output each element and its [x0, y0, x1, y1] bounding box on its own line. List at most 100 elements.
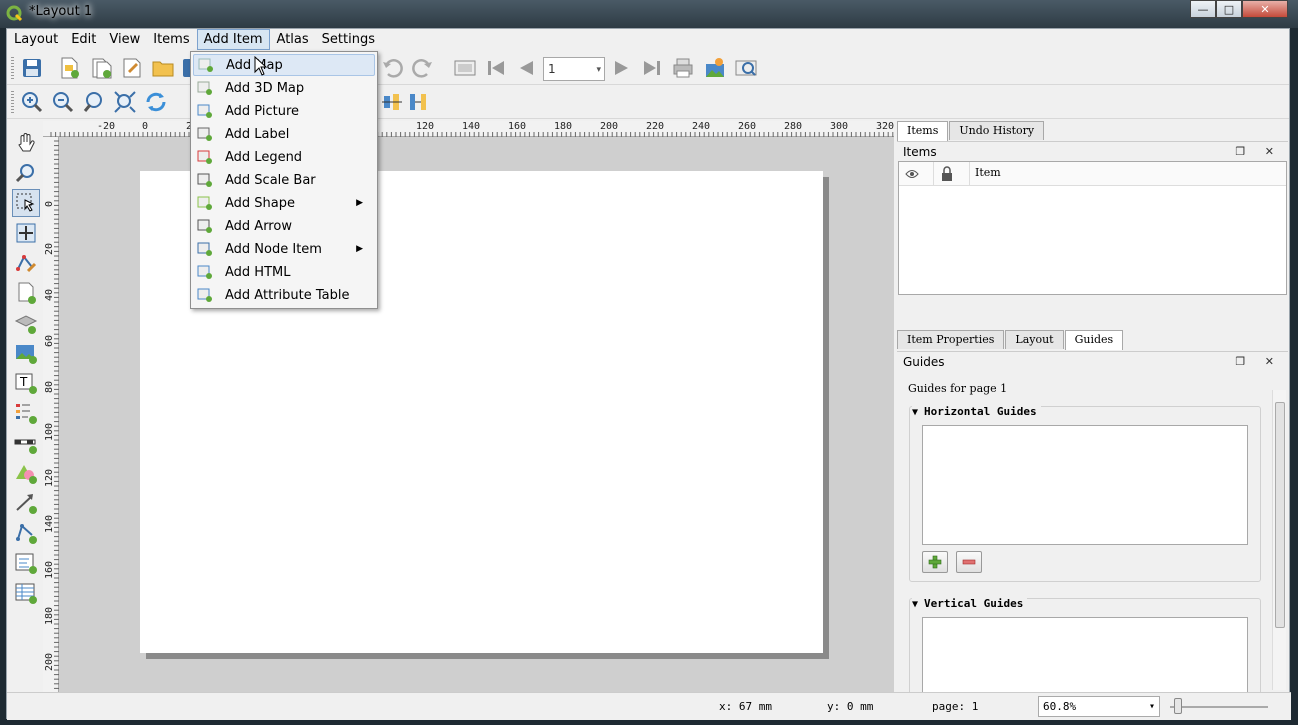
- attribute-table-icon: [197, 288, 212, 302]
- next-feature-button[interactable]: [608, 55, 634, 81]
- menu-item-add-label[interactable]: Add Label: [193, 123, 375, 145]
- tab-undo-history[interactable]: Undo History: [949, 121, 1045, 140]
- menu-item-add-picture[interactable]: Add Picture: [193, 100, 375, 122]
- add-node-item-tool[interactable]: [12, 519, 40, 547]
- remove-guide-button[interactable]: [956, 551, 982, 573]
- move-content-tool[interactable]: [12, 219, 40, 247]
- menu-item-add-shape[interactable]: Add Shape ▶: [193, 192, 375, 214]
- panel-float-close-icons[interactable]: ❐ ✕: [1235, 352, 1282, 372]
- zoom-tool[interactable]: [12, 159, 40, 187]
- menu-settings[interactable]: Settings: [316, 29, 381, 50]
- menu-item-add-scale-bar[interactable]: Add Scale Bar: [193, 169, 375, 191]
- tab-guides[interactable]: Guides: [1064, 330, 1124, 350]
- vertical-ruler[interactable]: 0 20 40 60 80 100 120 140 160 180 200 20: [43, 137, 59, 692]
- zoom-out-button[interactable]: [50, 89, 76, 115]
- html-icon: [197, 265, 212, 279]
- menu-add-item[interactable]: Add Item: [196, 29, 270, 50]
- items-tree-header: Item: [899, 162, 1286, 186]
- add-arrow-tool[interactable]: [12, 489, 40, 517]
- minimize-button[interactable]: —: [1190, 0, 1216, 18]
- vertical-guides-list[interactable]: [922, 617, 1248, 692]
- toolbar-grip[interactable]: [11, 91, 14, 113]
- zoom-in-button[interactable]: [19, 89, 45, 115]
- menu-edit[interactable]: Edit: [65, 29, 102, 50]
- distribute-button[interactable]: [405, 89, 431, 115]
- save-button[interactable]: [19, 55, 45, 81]
- tab-item-properties[interactable]: Item Properties: [897, 330, 1005, 349]
- menu-layout[interactable]: Layout: [8, 29, 64, 50]
- ruler-label: 60: [44, 334, 55, 347]
- menu-item-add-legend[interactable]: Add Legend: [193, 146, 375, 168]
- layout-manager-button[interactable]: [119, 55, 145, 81]
- tab-layout[interactable]: Layout: [1005, 330, 1064, 349]
- atlas-page-combo[interactable]: 1 ▾: [543, 57, 605, 81]
- ruler-label: 120: [416, 121, 435, 132]
- zoom-full-button[interactable]: [112, 89, 138, 115]
- zoom-slider-handle[interactable]: [1174, 698, 1182, 714]
- add-legend-tool[interactable]: [12, 399, 40, 427]
- add-label-tool[interactable]: T: [12, 369, 40, 397]
- column-separator: [933, 162, 934, 186]
- zoom-actual-button[interactable]: [81, 89, 107, 115]
- zoom-combo[interactable]: 60.8% ▾: [1038, 696, 1160, 717]
- atlas-preview-button[interactable]: [452, 55, 478, 81]
- close-button[interactable]: ✕: [1242, 0, 1288, 18]
- add-scale-bar-tool[interactable]: [12, 429, 40, 457]
- atlas-settings-button[interactable]: [733, 55, 759, 81]
- first-feature-button[interactable]: [483, 55, 509, 81]
- last-feature-button[interactable]: [639, 55, 665, 81]
- duplicate-layout-button[interactable]: [88, 55, 114, 81]
- menu-item-add-map[interactable]: Add Map: [193, 54, 375, 76]
- redo-button[interactable]: [410, 55, 436, 81]
- add-picture-tool[interactable]: [12, 339, 40, 367]
- menu-item-add-html[interactable]: Add HTML: [193, 261, 375, 283]
- menu-item-add-attribute-table[interactable]: Add Attribute Table: [193, 284, 375, 306]
- panel-float-close-icons[interactable]: ❐ ✕: [1235, 142, 1282, 162]
- menu-item-add-node-item[interactable]: Add Node Item ▶: [193, 238, 375, 260]
- minus-icon: [962, 559, 976, 565]
- guides-scrollbar[interactable]: [1272, 390, 1286, 690]
- horizontal-ruler[interactable]: -20 0 20 120 140 160 180 200 220 240 260…: [43, 121, 894, 137]
- edit-nodes-tool[interactable]: [12, 249, 40, 277]
- folder-icon: [152, 61, 174, 77]
- add-guide-button[interactable]: [922, 551, 948, 573]
- pan-tool[interactable]: [12, 129, 40, 157]
- previous-icon: [520, 61, 533, 75]
- submenu-arrow-icon: ▶: [356, 198, 363, 208]
- attribute-table-icon: [15, 583, 37, 604]
- select-move-tool[interactable]: [12, 189, 40, 217]
- previous-feature-button[interactable]: [514, 55, 540, 81]
- toolbar-grip[interactable]: [11, 57, 14, 79]
- add-pages-tool[interactable]: [12, 279, 40, 307]
- export-atlas-button[interactable]: [702, 55, 728, 81]
- menu-atlas[interactable]: Atlas: [271, 29, 315, 50]
- menu-items[interactable]: Items: [147, 29, 195, 50]
- add-attribute-table-tool[interactable]: [12, 579, 40, 607]
- add-shape-tool[interactable]: [12, 459, 40, 487]
- open-template-button[interactable]: [150, 55, 176, 81]
- tab-items[interactable]: Items: [897, 121, 949, 141]
- menu-item-add-3d-map[interactable]: Add 3D Map: [193, 77, 375, 99]
- items-tree[interactable]: Item: [898, 161, 1287, 295]
- picture-icon: [197, 104, 212, 118]
- add-3d-map-tool[interactable]: [12, 309, 40, 337]
- atlas-page-value: 1: [548, 62, 556, 76]
- vertical-guides-title[interactable]: ▼ Vertical Guides: [912, 597, 1028, 610]
- horizontal-guides-list[interactable]: [922, 425, 1248, 545]
- menu-view[interactable]: View: [103, 29, 146, 50]
- new-layout-button[interactable]: [56, 55, 82, 81]
- horizontal-guides-title[interactable]: ▼ Horizontal Guides: [912, 405, 1041, 418]
- layout-canvas[interactable]: -20 0 20 120 140 160 180 200 220 240 260…: [43, 121, 894, 692]
- menu-item-add-arrow[interactable]: Add Arrow: [193, 215, 375, 237]
- refresh-button[interactable]: [143, 89, 169, 115]
- undo-button[interactable]: [379, 55, 405, 81]
- print-atlas-button[interactable]: [670, 55, 696, 81]
- zoom-slider-track[interactable]: [1170, 706, 1268, 708]
- add-html-tool[interactable]: [12, 549, 40, 577]
- maximize-button[interactable]: □: [1216, 0, 1242, 18]
- scrollbar-thumb[interactable]: [1275, 402, 1285, 628]
- first-icon: [488, 61, 504, 75]
- align-button[interactable]: [379, 89, 405, 115]
- distribute-icon: [410, 94, 426, 110]
- menu-item-label: Add Picture: [225, 103, 300, 119]
